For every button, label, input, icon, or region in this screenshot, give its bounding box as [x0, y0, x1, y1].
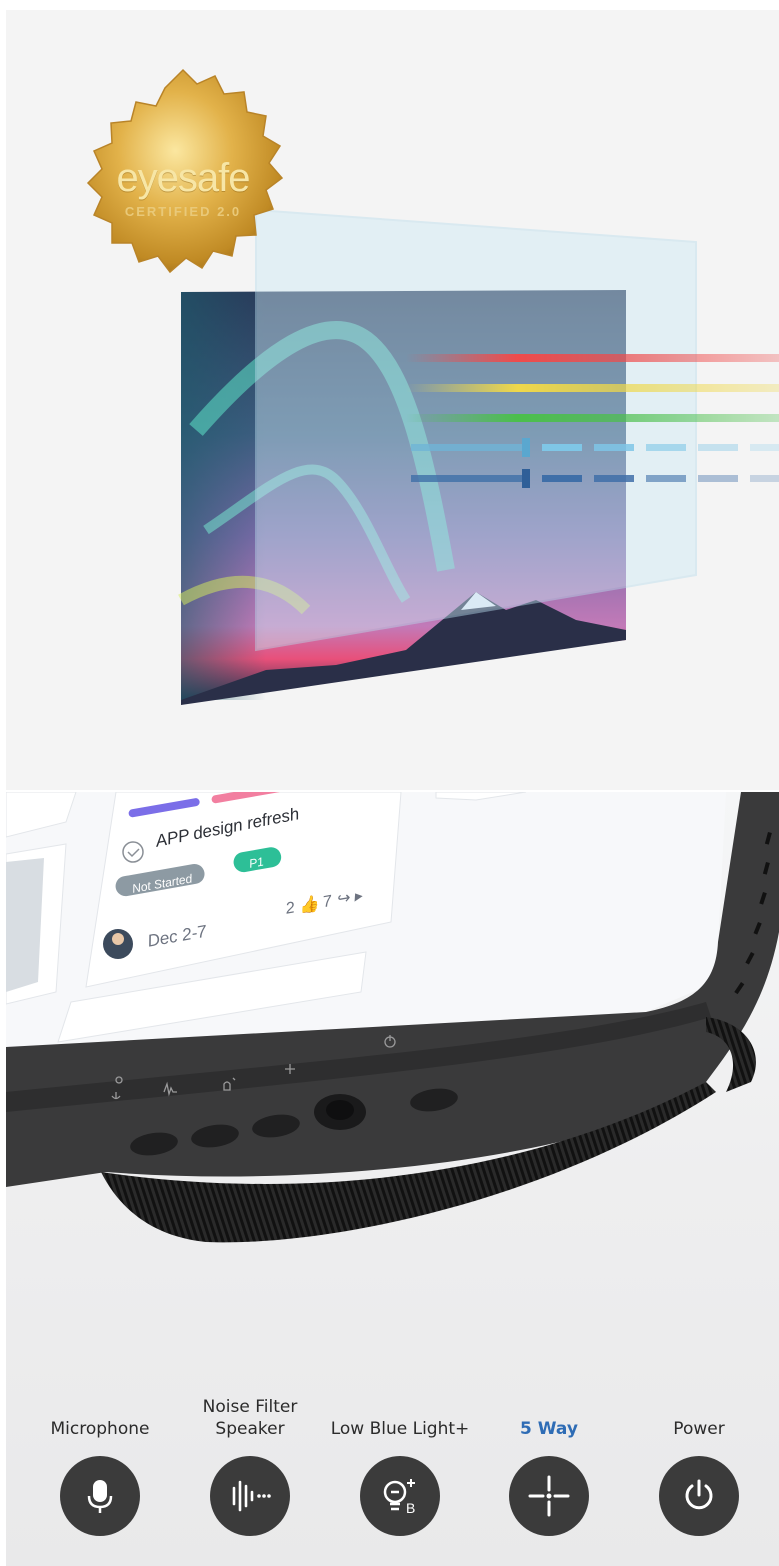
- control-noise-filter: Noise Filter Speaker: [175, 1396, 325, 1536]
- control-microphone: Microphone: [25, 1396, 175, 1536]
- thumbs-up-icon[interactable]: 👍: [298, 895, 321, 915]
- control-label-low-blue-light: Low Blue Light+: [330, 1419, 470, 1439]
- eyesafe-logo: eyesafe: [116, 156, 250, 200]
- noise-filter-icon: [232, 1480, 271, 1512]
- blue-light-filter: [255, 208, 697, 652]
- control-power: Power: [624, 1396, 774, 1536]
- share-icon[interactable]: ↪: [335, 890, 351, 909]
- controls-legend: Microphone Noise Filter Speaker Low Blue…: [0, 1396, 779, 1566]
- microphone-icon: [87, 1480, 113, 1513]
- control-five-way: 5 Way: [474, 1396, 624, 1536]
- certified-label: CERTIFIED 2.0: [124, 204, 242, 219]
- control-label-noise-filter: Noise Filter Speaker: [202, 1397, 298, 1439]
- five-way-icon: [528, 1475, 570, 1517]
- yellow-light-ray: [406, 384, 779, 392]
- noise-filter-button[interactable]: [210, 1456, 290, 1536]
- svg-text:B: B: [406, 1500, 415, 1516]
- power-button[interactable]: [659, 1456, 739, 1536]
- power-icon: [685, 1479, 713, 1510]
- eyesafe-panel: eyesafe CERTIFIED 2.0: [6, 10, 779, 790]
- control-label-microphone: Microphone: [50, 1419, 150, 1439]
- share-count-value: 7: [321, 892, 334, 912]
- red-light-ray: [406, 354, 779, 362]
- priority-badge: P1: [248, 854, 265, 871]
- like-count-value: 2: [284, 899, 297, 918]
- low-blue-light-button[interactable]: B: [360, 1456, 440, 1536]
- low-blue-light-icon: B: [383, 1479, 415, 1516]
- microphone-button[interactable]: [60, 1456, 140, 1536]
- control-label-power: Power: [673, 1419, 725, 1439]
- green-light-ray: [406, 414, 779, 422]
- five-way-button[interactable]: [509, 1456, 589, 1536]
- seal-text: eyesafe CERTIFIED 2.0: [78, 158, 288, 219]
- control-label-five-way: 5 Way: [520, 1419, 578, 1439]
- control-low-blue-light: Low Blue Light+ B: [325, 1396, 475, 1536]
- screen-illustration: [86, 68, 779, 705]
